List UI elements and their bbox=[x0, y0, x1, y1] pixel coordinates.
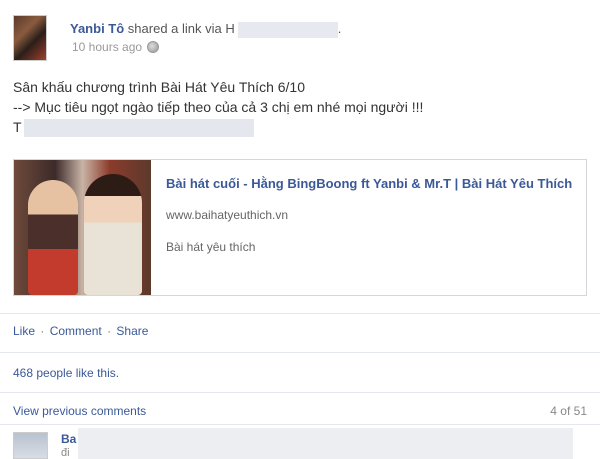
divider bbox=[0, 313, 600, 314]
post-message: Sân khấu chương trình Bài Hát Yêu Thích … bbox=[13, 77, 424, 138]
thumbnail-person-2 bbox=[84, 174, 142, 295]
comment-count: 4 of 51 bbox=[550, 404, 587, 418]
link-description: Bài hát yêu thích bbox=[166, 240, 256, 254]
shared-text: shared a link via bbox=[127, 21, 222, 36]
globe-icon[interactable] bbox=[147, 41, 160, 53]
like-link[interactable]: Like bbox=[13, 324, 35, 338]
message-line-1: Sân khấu chương trình Bài Hát Yêu Thích … bbox=[13, 79, 305, 95]
link-preview-card[interactable]: Bài hát cuối - Hằng BingBoong ft Yanbi &… bbox=[13, 159, 587, 296]
commenter-name[interactable]: Ba bbox=[61, 432, 76, 446]
link-title[interactable]: Bài hát cuối - Hằng BingBoong ft Yanbi &… bbox=[166, 175, 576, 192]
divider bbox=[0, 424, 600, 425]
redacted-app-name bbox=[237, 21, 338, 38]
story-header: Yanbi Tô shared a link via H. bbox=[70, 21, 342, 38]
via-app-prefix[interactable]: H bbox=[225, 21, 234, 36]
message-line-2: --> Mục tiêu ngọt ngào tiếp theo của cả … bbox=[13, 99, 424, 115]
redacted-tags bbox=[23, 119, 254, 138]
view-previous-comments[interactable]: View previous comments bbox=[13, 404, 146, 418]
feed-story: Yanbi Tô shared a link via H. 10 hours a… bbox=[0, 0, 600, 459]
share-link[interactable]: Share bbox=[116, 324, 148, 338]
link-url: www.baihatyeuthich.vn bbox=[166, 208, 289, 222]
comment-text: đi bbox=[61, 447, 70, 459]
redacted-comment bbox=[78, 428, 573, 459]
comment-link[interactable]: Comment bbox=[50, 324, 102, 338]
timestamp-row: 10 hours ago bbox=[72, 40, 160, 54]
likes-summary[interactable]: 468 people like this. bbox=[13, 366, 119, 380]
divider bbox=[0, 352, 600, 353]
separator: · bbox=[107, 324, 112, 338]
commenter-avatar[interactable] bbox=[13, 432, 48, 459]
action-bar: Like · Comment · Share bbox=[13, 324, 148, 338]
separator: · bbox=[40, 324, 45, 338]
divider bbox=[0, 392, 600, 393]
thumbnail-person-1 bbox=[28, 180, 78, 295]
timestamp[interactable]: 10 hours ago bbox=[72, 40, 142, 54]
message-line-3: T bbox=[13, 117, 423, 138]
link-thumbnail[interactable] bbox=[14, 160, 151, 295]
author-name[interactable]: Yanbi Tô bbox=[70, 21, 124, 36]
author-avatar[interactable] bbox=[13, 15, 47, 61]
